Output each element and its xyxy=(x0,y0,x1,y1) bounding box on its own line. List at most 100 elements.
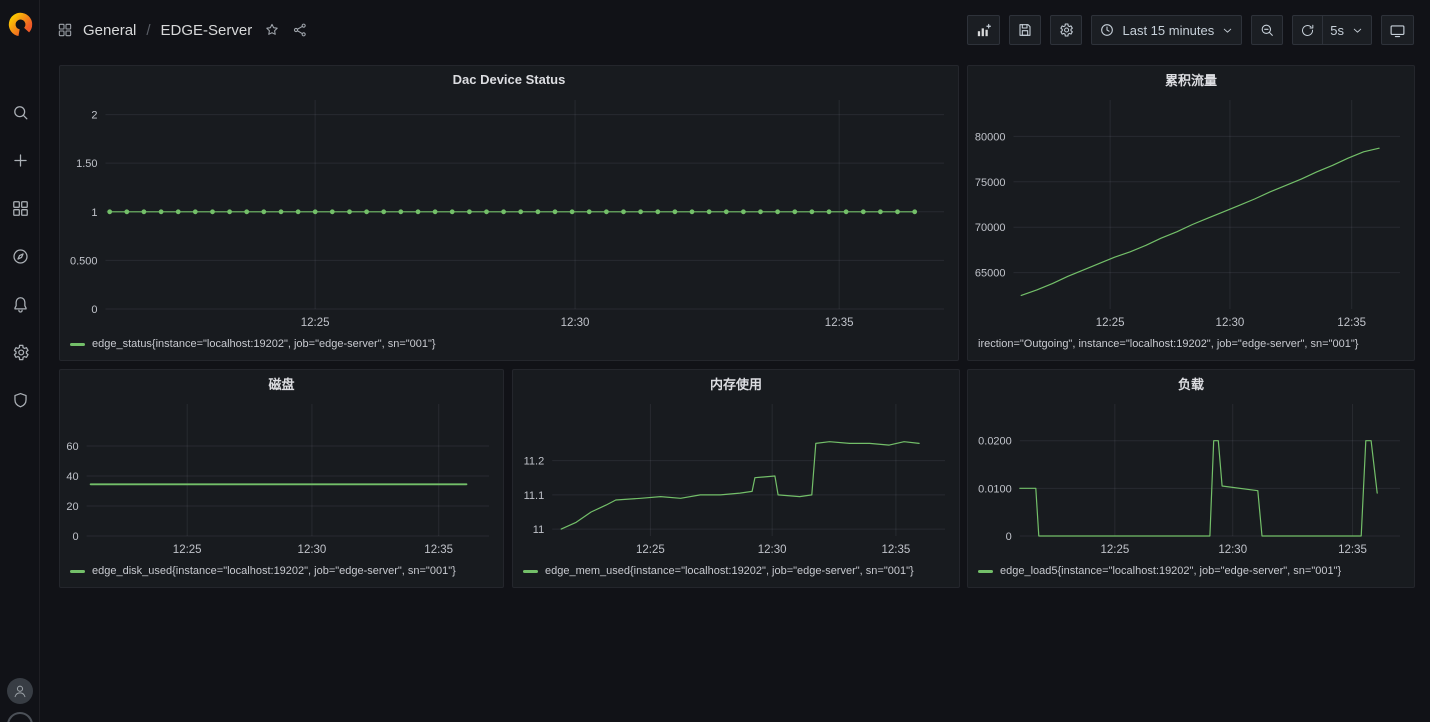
breadcrumb-folder[interactable]: General xyxy=(83,22,136,39)
sidebar-item-search[interactable] xyxy=(0,88,40,136)
panel-header[interactable]: 磁盘 xyxy=(60,370,503,396)
x-axis-tick-label: 12:30 xyxy=(298,544,327,556)
panel-load: 负载 00.01000.020012:2512:3012:35 edge_loa… xyxy=(967,369,1415,588)
save-dashboard-button[interactable] xyxy=(1009,15,1041,45)
breadcrumb: General / EDGE-Server xyxy=(57,22,308,39)
panel-header[interactable]: 负载 xyxy=(968,370,1414,396)
tv-monitor-icon xyxy=(1389,22,1406,39)
sidebar-item-explore[interactable] xyxy=(0,232,40,280)
legend-item[interactable]: edge_load5{instance="localhost:19202", j… xyxy=(968,560,1414,587)
legend-series-marker xyxy=(978,570,993,573)
legend-item[interactable]: edge_status{instance="localhost:19202", … xyxy=(60,333,958,360)
series-point xyxy=(450,209,455,214)
grafana-logo[interactable] xyxy=(0,0,40,48)
legend-item[interactable]: edge_disk_used{instance="localhost:19202… xyxy=(60,560,503,587)
series-point xyxy=(895,209,900,214)
series-point xyxy=(398,209,403,214)
add-panel-icon xyxy=(975,22,992,39)
grafana-dashboard: General / EDGE-Server xyxy=(0,0,1430,722)
breadcrumb-dashboard-name[interactable]: EDGE-Server xyxy=(161,22,253,39)
refresh-interval-dropdown[interactable]: 5s xyxy=(1323,15,1372,45)
dashboard-toolbar: Last 15 minutes 5s xyxy=(967,15,1414,45)
plus-icon xyxy=(11,151,30,170)
x-axis-tick-label: 12:35 xyxy=(424,544,453,556)
panel-title: 累积流量 xyxy=(1165,70,1217,89)
x-axis-tick-label: 12:30 xyxy=(1218,544,1247,556)
sidebar-item-alerting[interactable] xyxy=(0,280,40,328)
series-point xyxy=(159,209,164,214)
x-axis-tick-label: 12:35 xyxy=(1337,317,1366,329)
x-axis-tick-label: 12:25 xyxy=(301,317,330,329)
panel-cumulative-traffic: 累积流量 6500070000750008000012:2512:3012:35… xyxy=(967,65,1415,361)
x-axis-tick-label: 12:25 xyxy=(173,544,202,556)
panel-header[interactable]: 内存使用 xyxy=(513,370,959,396)
series-point xyxy=(518,209,523,214)
grafana-logo-icon xyxy=(7,11,34,38)
series-point xyxy=(536,209,541,214)
dashboard-settings-button[interactable] xyxy=(1050,15,1082,45)
series-point xyxy=(210,209,215,214)
legend-label: edge_status{instance="localhost:19202", … xyxy=(92,338,436,350)
user-avatar[interactable] xyxy=(7,678,33,704)
share-dashboard-button[interactable] xyxy=(292,22,308,38)
series-point xyxy=(142,209,147,214)
refresh-icon xyxy=(1300,23,1315,38)
clock-icon xyxy=(1099,22,1115,38)
y-axis-tick-label: 11.1 xyxy=(524,490,545,502)
y-axis-tick-label: 11.2 xyxy=(524,456,545,468)
series-point xyxy=(244,209,249,214)
gear-icon xyxy=(1058,22,1074,38)
help-button[interactable] xyxy=(7,712,33,722)
panel-header[interactable]: Dac Device Status xyxy=(60,66,958,92)
time-range-picker[interactable]: Last 15 minutes xyxy=(1091,15,1242,45)
x-axis-tick-label: 12:35 xyxy=(1338,544,1367,556)
series-point xyxy=(878,209,883,214)
refresh-button[interactable] xyxy=(1292,15,1323,45)
sidebar-item-server-admin[interactable] xyxy=(0,376,40,424)
series-point xyxy=(570,209,575,214)
y-axis-tick-label: 11 xyxy=(533,524,544,536)
top-navbar: General / EDGE-Server xyxy=(41,0,1430,60)
series-point xyxy=(775,209,780,214)
zoom-out-icon xyxy=(1259,22,1275,38)
time-series-chart[interactable]: 6500070000750008000012:2512:3012:35 xyxy=(968,92,1414,333)
sidebar-bottom xyxy=(0,678,40,722)
series-point xyxy=(296,209,301,214)
series-point xyxy=(261,209,266,214)
legend-item[interactable]: irection="Outgoing", instance="localhost… xyxy=(968,333,1414,360)
chevron-down-icon xyxy=(1221,24,1234,37)
series-line xyxy=(1021,148,1379,295)
time-series-chart[interactable]: 020406012:2512:3012:35 xyxy=(60,396,503,560)
time-series-chart[interactable]: 00.50011.50212:2512:3012:35 xyxy=(60,92,958,333)
time-series-chart[interactable]: 00.01000.020012:2512:3012:35 xyxy=(968,396,1414,560)
dashboards-grid-icon xyxy=(11,199,30,218)
y-axis-tick-label: 20 xyxy=(66,501,78,513)
legend-item[interactable]: edge_mem_used{instance="localhost:19202"… xyxy=(513,560,959,587)
time-series-chart[interactable]: 1111.111.212:2512:3012:35 xyxy=(513,396,959,560)
sidebar-nav xyxy=(0,88,39,424)
user-icon xyxy=(11,682,29,700)
sidebar-item-configuration[interactable] xyxy=(0,328,40,376)
legend-label: irection="Outgoing", instance="localhost… xyxy=(978,338,1358,350)
series-point xyxy=(758,209,763,214)
sidebar-item-create[interactable] xyxy=(0,136,40,184)
y-axis-tick-label: 0.500 xyxy=(70,255,98,267)
x-axis-tick-label: 12:30 xyxy=(1216,317,1245,329)
breadcrumb-separator: / xyxy=(146,22,150,39)
series-point xyxy=(621,209,626,214)
series-point xyxy=(844,209,849,214)
series-point xyxy=(638,209,643,214)
y-axis-tick-label: 65000 xyxy=(975,268,1006,280)
legend-series-marker xyxy=(523,570,538,573)
add-panel-button[interactable] xyxy=(967,15,1000,45)
favorite-star-button[interactable] xyxy=(264,22,280,38)
tv-mode-button[interactable] xyxy=(1381,15,1414,45)
search-icon xyxy=(11,103,30,122)
panel-header[interactable]: 累积流量 xyxy=(968,66,1414,92)
zoom-out-time-button[interactable] xyxy=(1251,15,1283,45)
panel-disk: 磁盘 020406012:2512:3012:35 edge_disk_used… xyxy=(59,369,504,588)
time-range-label: Last 15 minutes xyxy=(1122,23,1214,38)
sidebar-item-dashboards[interactable] xyxy=(0,184,40,232)
series-point xyxy=(347,209,352,214)
panel-title: 负载 xyxy=(1178,374,1204,393)
